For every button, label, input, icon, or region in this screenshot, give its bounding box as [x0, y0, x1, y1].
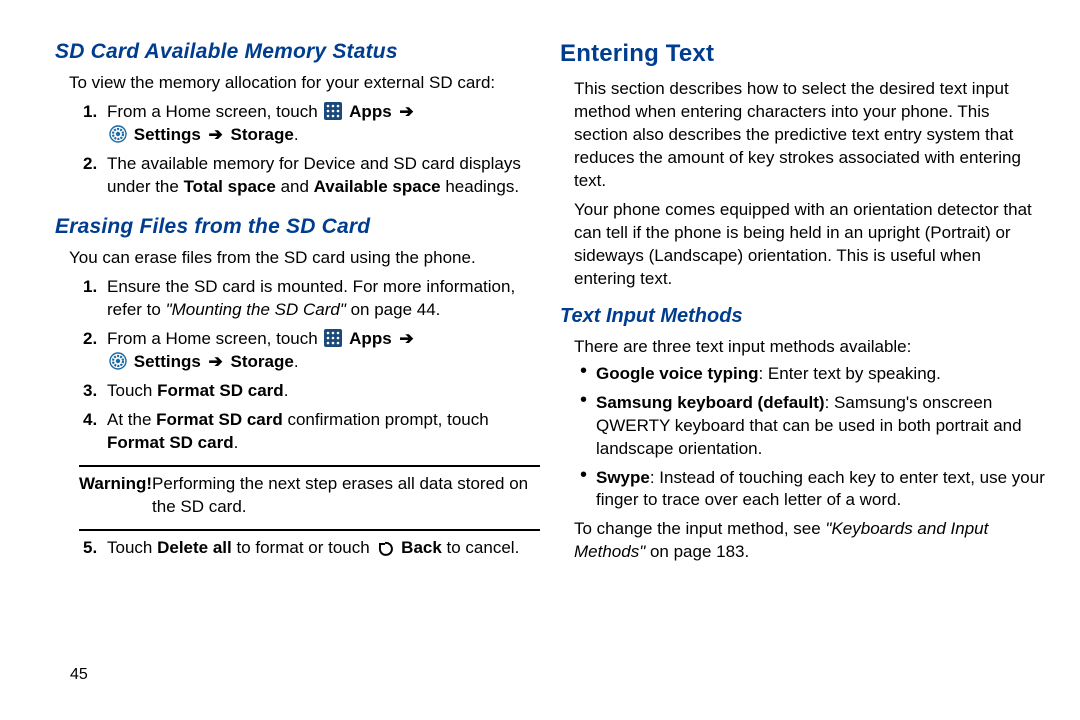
text: At the — [107, 410, 156, 429]
steps-sd-view: From a Home screen, touch Apps ➔ Setting… — [55, 101, 540, 199]
bold: Total space — [184, 177, 276, 196]
list-item: Swype: Instead of touching each key to e… — [596, 467, 1045, 513]
arrow-icon: ➔ — [396, 329, 416, 348]
bold: Delete all — [157, 538, 232, 557]
heading-input-methods: Text Input Methods — [560, 303, 1045, 330]
text: . — [234, 433, 239, 452]
back-icon — [376, 538, 394, 556]
manual-page: SD Card Available Memory Status To view … — [0, 0, 1080, 720]
warning-label: Warning! — [79, 473, 152, 519]
heading-entering-text: Entering Text — [560, 38, 1045, 70]
list-item: Samsung keyboard (default): Samsung's on… — [596, 392, 1045, 461]
left-column: SD Card Available Memory Status To view … — [55, 38, 540, 710]
step-1: Ensure the SD card is mounted. For more … — [107, 276, 540, 322]
heading-sd-status: SD Card Available Memory Status — [55, 38, 540, 66]
bold: Format SD card — [107, 433, 234, 452]
text: confirmation prompt, touch — [283, 410, 489, 429]
divider — [79, 529, 540, 531]
bold: Google voice typing — [596, 364, 758, 383]
text: and — [276, 177, 314, 196]
step-2: The available memory for Device and SD c… — [107, 153, 540, 199]
bold: Format SD card — [156, 410, 283, 429]
steps-erase-cont: Touch Delete all to format or touch Back… — [55, 537, 540, 560]
text: Touch — [107, 538, 157, 557]
apps-label: Apps — [349, 329, 392, 348]
warning-block: Warning! Performing the next step erases… — [79, 473, 540, 519]
step-4: At the Format SD card confirmation promp… — [107, 409, 540, 455]
text: on page 183. — [645, 542, 749, 561]
storage-label: Storage — [231, 352, 294, 371]
para-intro-1: This section describes how to select the… — [574, 78, 1045, 193]
intro-erase: You can erase files from the SD card usi… — [69, 247, 540, 270]
settings-icon — [109, 352, 127, 370]
heading-erase: Erasing Files from the SD Card — [55, 213, 540, 241]
para-change-method: To change the input method, see "Keyboar… — [574, 518, 1045, 564]
divider — [79, 465, 540, 467]
back-label: Back — [401, 538, 442, 557]
step-1: From a Home screen, touch Apps ➔ Setting… — [107, 101, 540, 147]
settings-icon — [109, 125, 127, 143]
text: headings. — [441, 177, 519, 196]
text: to format or touch — [232, 538, 375, 557]
bold: Available space — [314, 177, 441, 196]
text: From a Home screen, touch — [107, 329, 322, 348]
steps-erase: Ensure the SD card is mounted. For more … — [55, 276, 540, 455]
text: : Instead of touching each key to enter … — [596, 468, 1045, 510]
input-methods-list: Google voice typing: Enter text by speak… — [560, 363, 1045, 513]
settings-label: Settings — [134, 125, 201, 144]
xref: "Mounting the SD Card" — [166, 300, 346, 319]
text: . — [284, 381, 289, 400]
apps-icon — [324, 329, 342, 347]
text: To change the input method, see — [574, 519, 825, 538]
apps-label: Apps — [349, 102, 392, 121]
arrow-icon: ➔ — [206, 352, 226, 371]
para-intro-2: Your phone comes equipped with an orient… — [574, 199, 1045, 291]
arrow-icon: ➔ — [396, 102, 416, 121]
text: to cancel. — [442, 538, 520, 557]
apps-icon — [324, 102, 342, 120]
text: on page 44. — [346, 300, 441, 319]
bold: Swype — [596, 468, 650, 487]
list-item: Google voice typing: Enter text by speak… — [596, 363, 1045, 386]
storage-label: Storage — [231, 125, 294, 144]
text: From a Home screen, touch — [107, 102, 322, 121]
warning-text: Performing the next step erases all data… — [152, 473, 540, 519]
arrow-icon: ➔ — [206, 125, 226, 144]
step-5: Touch Delete all to format or touch Back… — [107, 537, 540, 560]
intro-sd-view: To view the memory allocation for your e… — [69, 72, 540, 95]
para-methods-intro: There are three text input methods avail… — [574, 336, 1045, 359]
step-2: From a Home screen, touch Apps ➔ Setting… — [107, 328, 540, 374]
text: Touch — [107, 381, 157, 400]
bold: Format SD card — [157, 381, 284, 400]
step-3: Touch Format SD card. — [107, 380, 540, 403]
page-number: 45 — [70, 664, 88, 686]
bold: Samsung keyboard (default) — [596, 393, 825, 412]
right-column: Entering Text This section describes how… — [560, 38, 1045, 710]
text: : Enter text by speaking. — [758, 364, 940, 383]
settings-label: Settings — [134, 352, 201, 371]
